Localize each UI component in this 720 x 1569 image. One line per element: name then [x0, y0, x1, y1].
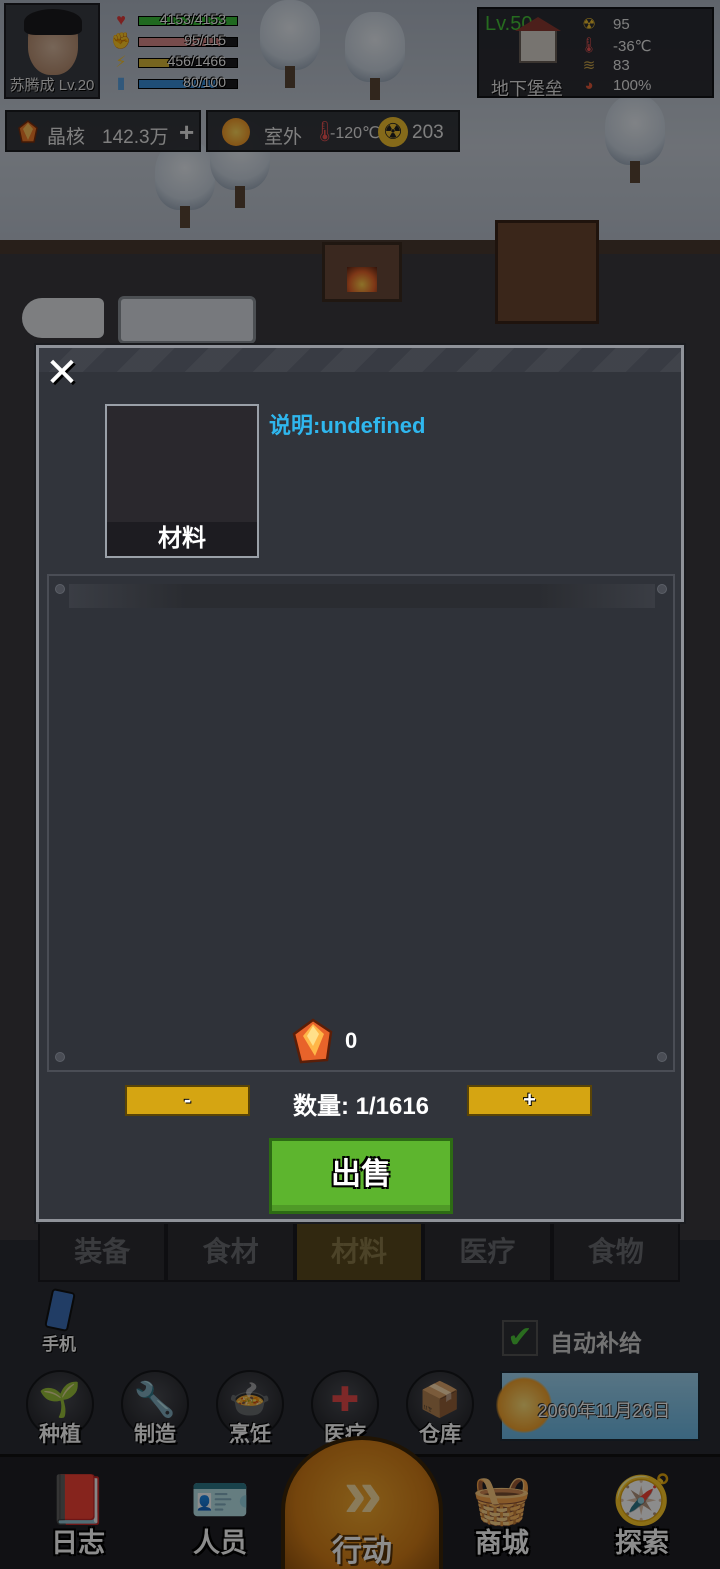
rivet: [657, 584, 667, 594]
rivet: [657, 1052, 667, 1062]
item-description: 说明:undefined: [269, 413, 426, 438]
item-details-panel: 0: [47, 574, 675, 1072]
sell-button[interactable]: 出售: [269, 1138, 453, 1214]
item-category-caption: 材料: [107, 522, 257, 556]
decrease-quantity-button[interactable]: -: [125, 1085, 250, 1116]
quantity-label: 数量: 1/1616: [292, 1093, 430, 1120]
rivet: [55, 584, 65, 594]
panel-header-bar: [69, 584, 655, 608]
rivet: [55, 1052, 65, 1062]
increase-quantity-button[interactable]: +: [467, 1085, 592, 1116]
dialog-header-stripe: [39, 348, 681, 372]
sell-item-dialog: ✕ 材料 说明:undefined 0 - 数量: 1/1616 + 出售: [36, 345, 684, 1222]
sell-price-value: 0: [345, 1028, 358, 1053]
item-slot: 材料: [105, 404, 259, 558]
close-icon[interactable]: ✕: [45, 353, 79, 393]
crystal-icon: [292, 1018, 333, 1064]
